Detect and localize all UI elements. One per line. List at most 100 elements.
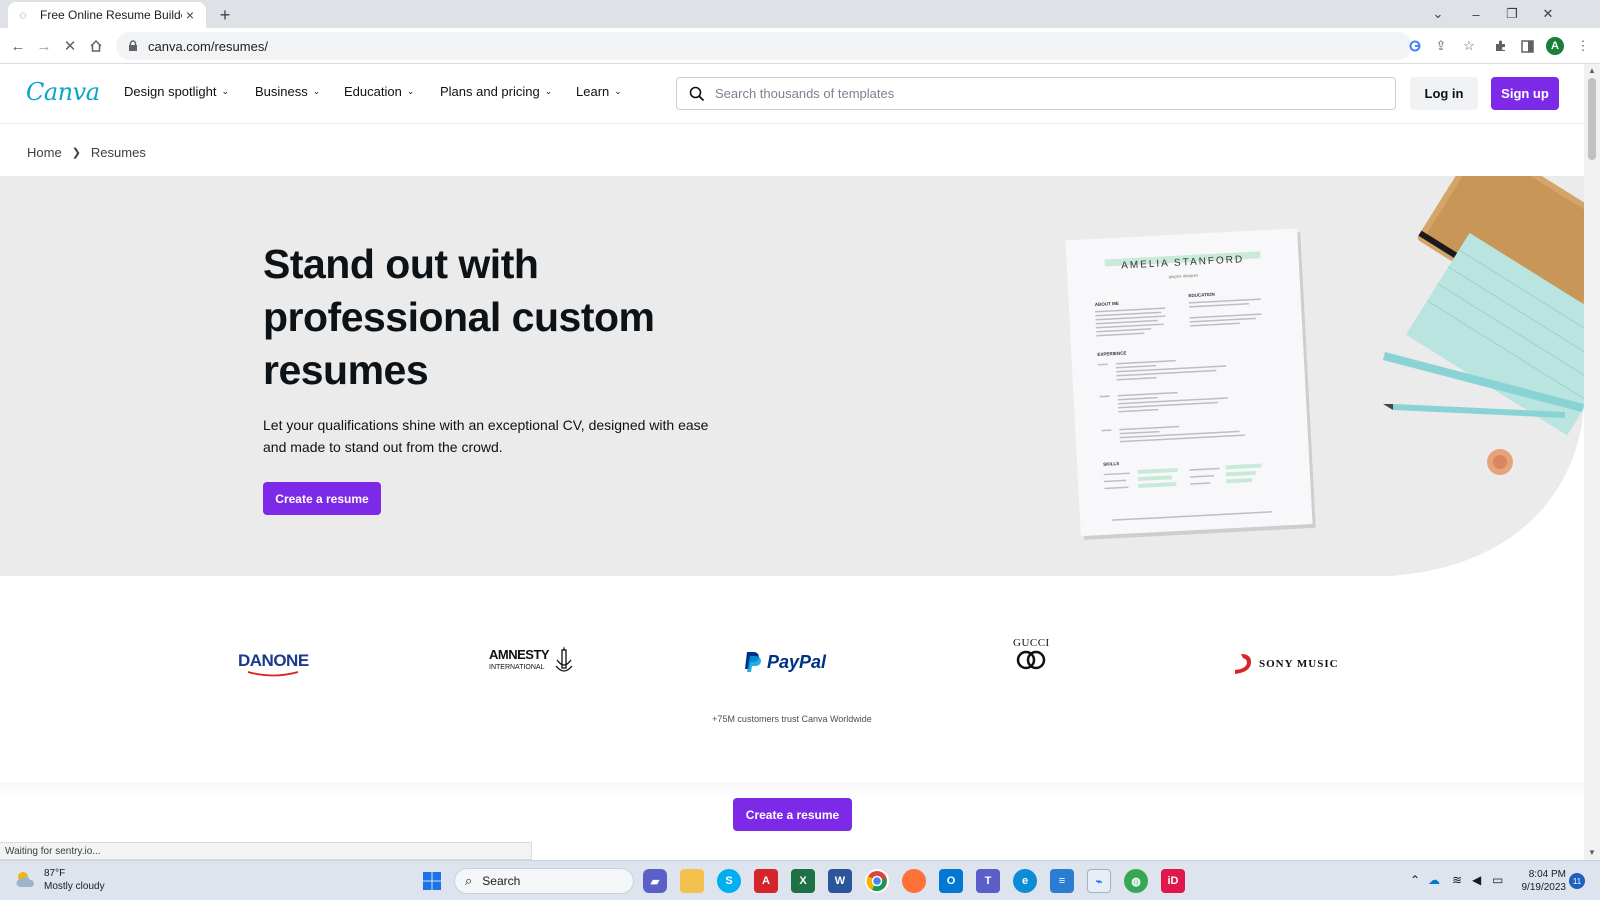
nav-business[interactable]: Business ⌄ [255, 84, 320, 99]
chevron-down-icon: ⌄ [614, 86, 622, 96]
google-lens-icon[interactable] [1404, 35, 1426, 57]
search-icon: ⌕ [465, 873, 473, 888]
signup-button[interactable]: Sign up [1491, 77, 1559, 110]
word-icon[interactable]: W [828, 869, 852, 893]
skype-icon[interactable]: S [717, 869, 741, 893]
candle-icon [555, 646, 573, 672]
site-header: Canva Design spotlight ⌄ Business ⌄ Educat… [0, 64, 1584, 124]
danone-logo: DANONE [238, 629, 309, 699]
extensions-icon[interactable] [1490, 35, 1512, 57]
login-button[interactable]: Log in [1410, 77, 1478, 110]
indesign-icon[interactable]: iD [1161, 869, 1185, 893]
trust-caption: +75M customers trust Canva Worldwide [712, 714, 872, 724]
create-resume-button[interactable]: Create a resume [263, 482, 381, 515]
share-icon[interactable]: ⇪ [1430, 35, 1452, 57]
chat-app-icon[interactable]: ▰ [643, 869, 667, 893]
chrome-icon[interactable] [865, 869, 889, 893]
home-icon[interactable] [85, 36, 107, 56]
profile-avatar[interactable]: A [1546, 37, 1564, 55]
bookmark-star-icon[interactable]: ☆ [1458, 35, 1480, 57]
windows-taskbar: 87°F Mostly cloudy ⌕ Search ▰ S A X W O … [0, 860, 1600, 900]
volume-icon[interactable]: ◀ [1472, 873, 1481, 887]
chevron-up-icon[interactable]: ⌃ [1410, 873, 1420, 887]
url-text: canva.com/resumes/ [148, 38, 268, 54]
breadcrumb: Home ❯ Resumes [27, 145, 146, 160]
scroll-down-arrow-icon[interactable]: ▼ [1587, 848, 1597, 857]
minimize-icon[interactable]: – [1466, 0, 1486, 28]
restore-icon[interactable]: ❐ [1502, 0, 1522, 28]
gucci-wordmark: GUCCI [1013, 637, 1050, 649]
breadcrumb-current: Resumes [90, 145, 146, 160]
chevron-down-icon: ⌄ [312, 86, 321, 96]
notification-badge[interactable]: 11 [1569, 873, 1585, 889]
sony-music-wordmark: SONY MUSIC [1259, 658, 1339, 670]
side-panel-icon[interactable] [1516, 35, 1538, 57]
back-icon[interactable]: ← [7, 36, 29, 56]
weather-condition: Mostly cloudy [44, 881, 105, 892]
search-icon [689, 86, 705, 101]
maps-app-icon[interactable]: ◍ [1124, 869, 1148, 893]
nav-education[interactable]: Education ⌄ [344, 84, 414, 99]
danone-wordmark: DANONE [238, 651, 309, 670]
clock-date: 9/19/2023 [1521, 882, 1567, 893]
hero-resume-illustration: AMELIA STANFORD graphic designer ABOUT M… [1065, 176, 1584, 576]
nav-learn[interactable]: Learn ⌄ [576, 84, 622, 99]
search-input[interactable] [715, 86, 1355, 101]
stop-loading-icon[interactable]: ✕ [59, 36, 81, 56]
amnesty-subtitle: INTERNATIONAL [489, 663, 545, 671]
weather-temperature: 87°F [44, 868, 66, 879]
teams-icon[interactable]: T [976, 869, 1000, 893]
nav-design-spotlight[interactable]: Design spotlight ⌄ [124, 84, 229, 99]
excel-icon[interactable]: X [791, 869, 815, 893]
edge-icon[interactable]: e [1013, 869, 1037, 893]
sticky-create-resume-button[interactable]: Create a resume [733, 798, 852, 831]
close-tab-icon[interactable]: × [182, 7, 198, 23]
close-window-icon[interactable]: ✕ [1538, 0, 1558, 28]
wifi-icon[interactable]: ≋ [1452, 873, 1462, 887]
chart-app-icon[interactable]: ⌁ [1087, 869, 1111, 893]
system-clock[interactable]: 8:04 PM 9/19/2023 [1510, 868, 1567, 894]
nav-plans-and-pricing[interactable]: Plans and pricing ⌄ [440, 84, 552, 99]
paypal-wordmark: PayPal [767, 651, 827, 672]
paypal-icon [745, 652, 761, 672]
browser-menu-icon[interactable]: ⋮ [1572, 35, 1594, 57]
template-search-box[interactable] [676, 77, 1396, 110]
gucci-logo: GUCCI [1013, 637, 1050, 671]
address-bar[interactable]: canva.com/resumes/ [116, 32, 1412, 60]
chevron-right-icon: ❯ [71, 147, 81, 159]
chevron-down-icon: ⌄ [544, 86, 553, 96]
onedrive-icon[interactable]: ☁ [1428, 873, 1440, 887]
notepad-icon[interactable]: ≡ [1050, 869, 1074, 893]
browser-tab[interactable]: ◌ Free Online Resume Builder | Eas × [8, 2, 206, 28]
breadcrumb-home-link[interactable]: Home [27, 145, 62, 160]
chevron-down-icon: ⌄ [221, 86, 230, 96]
tab-title: Free Online Resume Builder | Eas [40, 8, 182, 22]
scrollbar-thumb[interactable] [1588, 78, 1596, 160]
hero-title: Stand out with professional custom resum… [263, 241, 655, 393]
weather-widget[interactable]: 87°F Mostly cloudy [14, 867, 105, 893]
scroll-up-arrow-icon[interactable]: ▲ [1587, 66, 1597, 75]
page-viewport: Canva Design spotlight ⌄ Business ⌄ Educat… [0, 64, 1584, 860]
forward-icon[interactable]: → [33, 36, 55, 56]
partly-cloudy-icon [16, 872, 35, 887]
start-windows-icon[interactable] [420, 869, 444, 893]
resume-section-skills: SKILLS [1103, 461, 1119, 467]
new-tab-button[interactable]: + [214, 4, 236, 26]
taskbar-search[interactable]: ⌕ Search [454, 868, 634, 894]
browser-status-bar: Waiting for sentry.io... [0, 842, 532, 860]
danone-swoosh [248, 671, 299, 677]
gucci-gg-icon [1017, 650, 1046, 670]
file-explorer-icon[interactable] [680, 869, 704, 893]
sony-music-icon [1235, 654, 1251, 674]
nav-label: Business [255, 84, 308, 99]
firefox-icon[interactable] [902, 869, 926, 893]
nav-label: Plans and pricing [440, 84, 540, 99]
tab-search-icon[interactable]: ⌄ [1428, 0, 1448, 28]
acrobat-icon[interactable]: A [754, 869, 778, 893]
battery-icon[interactable]: ▭ [1492, 873, 1503, 887]
canva-logo[interactable]: Canva [26, 78, 100, 106]
hero-description: Let your qualifications shine with an ex… [263, 417, 709, 455]
sony-music-logo: SONY MUSIC [1233, 652, 1339, 676]
page-scrollbar[interactable]: ▲ ▼ [1584, 64, 1600, 860]
outlook-icon[interactable]: O [939, 869, 963, 893]
